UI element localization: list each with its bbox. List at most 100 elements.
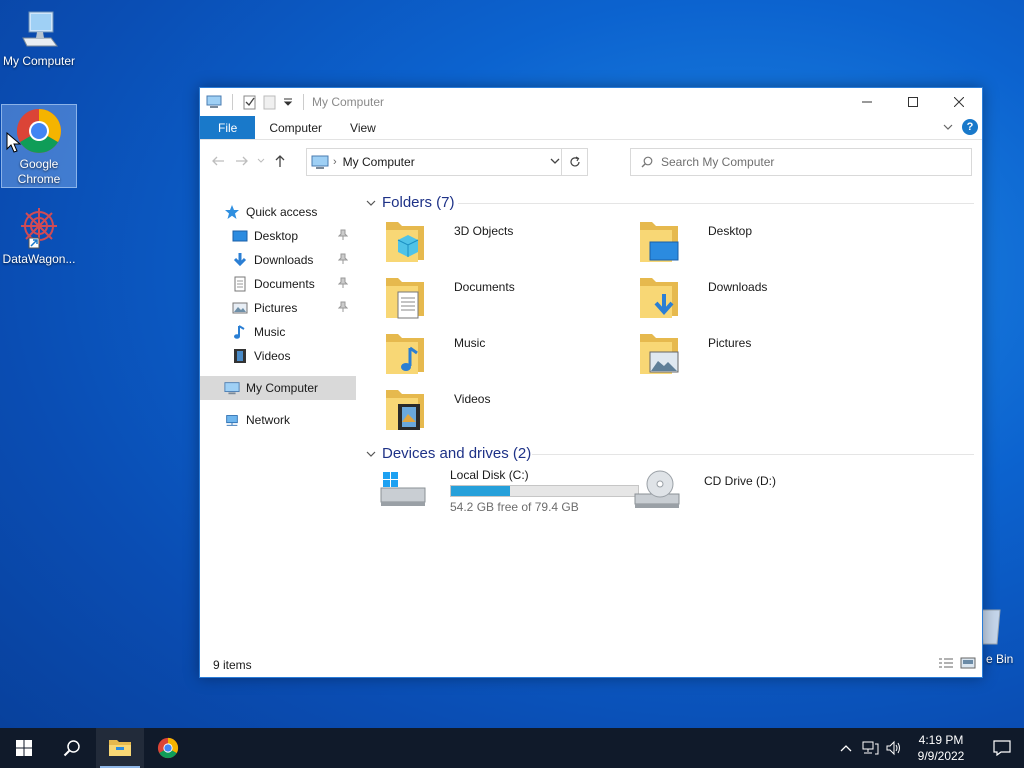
taskbar: 4:19 PM 9/9/2022 xyxy=(0,728,1024,768)
minimize-button[interactable] xyxy=(844,88,890,116)
folder-videos[interactable]: Videos xyxy=(384,384,624,436)
nav-item-documents[interactable]: Documents xyxy=(200,272,356,296)
chevron-down-icon xyxy=(257,158,265,163)
search-input[interactable] xyxy=(661,155,941,169)
nav-item-quick-access[interactable]: Quick access xyxy=(200,200,356,224)
back-button[interactable] xyxy=(206,149,230,173)
up-button[interactable] xyxy=(268,149,292,173)
folder-documents[interactable]: Documents xyxy=(384,272,624,324)
close-button[interactable] xyxy=(936,88,982,116)
ribbon-tabs: File Computer View ? xyxy=(200,116,982,140)
drive-cd-d[interactable]: CD Drive (D:) xyxy=(634,466,874,518)
chevron-down-icon[interactable] xyxy=(549,155,561,167)
drive-name: CD Drive (D:) xyxy=(704,474,776,488)
large-icons-view-icon[interactable] xyxy=(960,657,976,669)
maximize-button[interactable] xyxy=(890,88,936,116)
picture-icon xyxy=(232,302,248,314)
pin-icon[interactable] xyxy=(338,277,348,289)
search-icon xyxy=(641,156,653,168)
network-icon xyxy=(226,415,238,426)
window-title: My Computer xyxy=(312,95,385,109)
pin-icon[interactable] xyxy=(338,229,348,241)
title-bar[interactable]: My Computer xyxy=(200,88,982,116)
customize-toolbar-icon[interactable] xyxy=(283,97,293,107)
desktop-icon-label: Google Chrome xyxy=(17,157,61,186)
breadcrumb-separator-icon[interactable]: › xyxy=(333,156,337,168)
nav-item-label: Network xyxy=(246,413,291,427)
nav-item-pictures[interactable]: Pictures xyxy=(200,296,356,320)
taskbar-search-button[interactable] xyxy=(48,728,96,768)
drive-free-space: 54.2 GB free of 79.4 GB xyxy=(450,500,579,514)
mouse-cursor-icon xyxy=(6,132,22,153)
up-arrow-icon xyxy=(275,155,285,167)
tab-computer[interactable]: Computer xyxy=(255,116,336,139)
volume-tray-button[interactable] xyxy=(882,740,906,756)
clock[interactable]: 4:19 PM 9/9/2022 xyxy=(912,732,970,764)
clock-time: 4:19 PM xyxy=(918,733,964,747)
file-explorer-icon xyxy=(109,740,131,756)
nav-item-label: Downloads xyxy=(254,253,314,267)
breadcrumb-my-computer[interactable]: My Computer xyxy=(343,155,415,169)
desktop-icon-label: My Computer xyxy=(2,54,76,68)
chrome-icon xyxy=(157,737,179,759)
computer-icon xyxy=(206,95,222,108)
computer-icon xyxy=(224,382,240,395)
group-divider xyxy=(532,454,974,455)
nav-item-downloads[interactable]: Downloads xyxy=(200,248,356,272)
action-center-button[interactable] xyxy=(980,728,1024,768)
network-tray-button[interactable] xyxy=(858,740,882,756)
drive-local-disk-c[interactable]: Local Disk (C:) 54.2 GB free of 79.4 GB xyxy=(380,466,642,518)
desktop-icon-datawagon[interactable]: DataWagon... xyxy=(1,204,77,274)
speaker-icon xyxy=(886,740,900,756)
help-button[interactable]: ? xyxy=(962,119,978,135)
refresh-button[interactable] xyxy=(561,149,587,175)
taskbar-file-explorer[interactable] xyxy=(96,728,144,768)
tab-view[interactable]: View xyxy=(336,116,390,139)
minimize-icon xyxy=(862,101,872,103)
nav-item-label: Videos xyxy=(254,349,291,363)
search-icon xyxy=(63,740,80,757)
music-folder-icon xyxy=(386,334,424,374)
download-arrow-icon xyxy=(233,253,247,267)
nav-item-music[interactable]: Music xyxy=(200,320,356,344)
nav-item-my-computer[interactable]: My Computer xyxy=(200,376,356,400)
taskbar-google-chrome[interactable] xyxy=(144,728,192,768)
folder-pictures[interactable]: Pictures xyxy=(638,328,878,380)
drive-usage-bar xyxy=(450,485,639,497)
tab-file[interactable]: File xyxy=(200,116,256,139)
properties-icon[interactable] xyxy=(243,94,257,110)
devices-group-header[interactable]: Devices and drives (2) xyxy=(366,445,531,462)
folder-name: 3D Objects xyxy=(454,224,514,238)
3d-objects-folder-icon xyxy=(386,222,424,262)
folder-downloads[interactable]: Downloads xyxy=(638,272,878,324)
network-icon xyxy=(862,741,879,755)
drive-name: Local Disk (C:) xyxy=(450,468,529,482)
folder-desktop[interactable]: Desktop xyxy=(638,216,878,268)
start-button[interactable] xyxy=(0,728,48,768)
search-box[interactable] xyxy=(630,148,972,176)
folder-music[interactable]: Music xyxy=(384,328,624,380)
pin-icon[interactable] xyxy=(338,253,348,265)
group-title: Folders (7) xyxy=(382,194,455,211)
refresh-icon xyxy=(569,156,580,167)
chevron-down-icon xyxy=(366,451,376,457)
chevron-up-icon xyxy=(840,745,852,752)
downloads-folder-icon xyxy=(640,278,678,318)
folders-group-header[interactable]: Folders (7) xyxy=(366,194,455,211)
nav-item-videos[interactable]: Videos xyxy=(200,344,356,368)
datawagon-icon xyxy=(21,208,57,249)
folder-3d-objects[interactable]: 3D Objects xyxy=(384,216,624,268)
desktop-icon-label: DataWagon... xyxy=(2,252,76,266)
expand-ribbon-icon[interactable] xyxy=(942,121,954,133)
address-bar[interactable]: › My Computer xyxy=(306,148,588,176)
recent-locations-button[interactable] xyxy=(254,149,268,173)
details-view-icon[interactable] xyxy=(938,657,954,669)
desktop-icon-my-computer[interactable]: My Computer xyxy=(1,8,77,76)
new-folder-icon[interactable] xyxy=(263,94,277,110)
show-hidden-icons-button[interactable] xyxy=(834,744,858,752)
nav-item-network[interactable]: Network xyxy=(200,408,356,432)
nav-item-desktop[interactable]: Desktop xyxy=(200,224,356,248)
forward-button[interactable] xyxy=(230,149,254,173)
pin-icon[interactable] xyxy=(338,301,348,313)
nav-item-label: Documents xyxy=(254,277,315,291)
